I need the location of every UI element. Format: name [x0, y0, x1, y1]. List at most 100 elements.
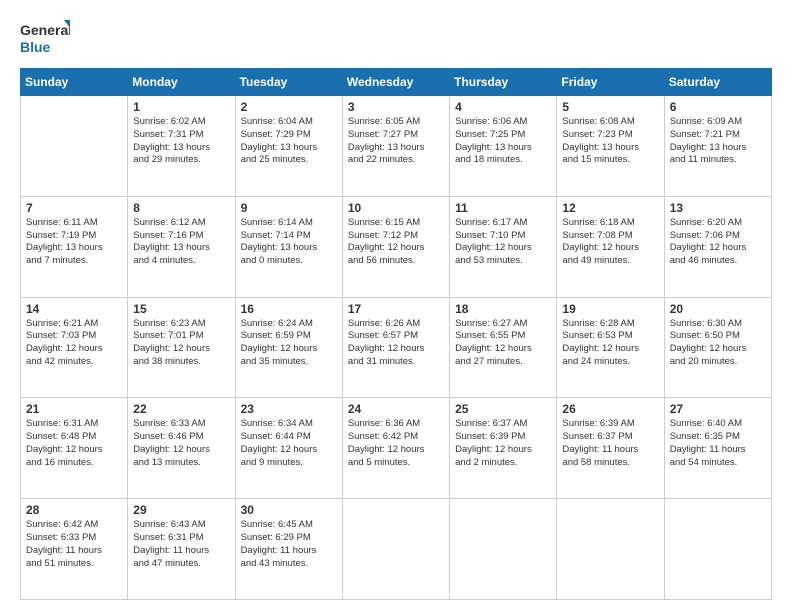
day-number: 19	[562, 302, 658, 316]
day-info: Sunrise: 6:42 AM Sunset: 6:33 PM Dayligh…	[26, 519, 122, 570]
day-number: 9	[241, 201, 337, 215]
calendar-cell	[557, 499, 664, 600]
calendar-cell: 19 Sunrise: 6:28 AM Sunset: 6:53 PM Dayli…	[557, 297, 664, 398]
calendar-cell: 11 Sunrise: 6:17 AM Sunset: 7:10 PM Dayli…	[450, 196, 557, 297]
day-number: 18	[455, 302, 551, 316]
day-info: Sunrise: 6:28 AM Sunset: 6:53 PM Dayligh…	[562, 318, 658, 369]
day-number: 6	[670, 100, 766, 114]
calendar-cell: 17 Sunrise: 6:26 AM Sunset: 6:57 PM Dayli…	[342, 297, 449, 398]
day-number: 23	[241, 402, 337, 416]
day-number: 14	[26, 302, 122, 316]
day-info: Sunrise: 6:30 AM Sunset: 6:50 PM Dayligh…	[670, 318, 766, 369]
calendar-cell: 25 Sunrise: 6:37 AM Sunset: 6:39 PM Dayli…	[450, 398, 557, 499]
day-header-thursday: Thursday	[450, 69, 557, 96]
day-number: 2	[241, 100, 337, 114]
day-header-wednesday: Wednesday	[342, 69, 449, 96]
day-number: 28	[26, 503, 122, 517]
day-info: Sunrise: 6:18 AM Sunset: 7:08 PM Dayligh…	[562, 217, 658, 268]
day-info: Sunrise: 6:04 AM Sunset: 7:29 PM Dayligh…	[241, 116, 337, 167]
calendar-cell	[21, 96, 128, 197]
day-info: Sunrise: 6:09 AM Sunset: 7:21 PM Dayligh…	[670, 116, 766, 167]
calendar-cell: 14 Sunrise: 6:21 AM Sunset: 7:03 PM Dayli…	[21, 297, 128, 398]
calendar-cell: 10 Sunrise: 6:15 AM Sunset: 7:12 PM Dayli…	[342, 196, 449, 297]
day-number: 1	[133, 100, 229, 114]
day-number: 13	[670, 201, 766, 215]
day-info: Sunrise: 6:40 AM Sunset: 6:35 PM Dayligh…	[670, 418, 766, 469]
day-info: Sunrise: 6:34 AM Sunset: 6:44 PM Dayligh…	[241, 418, 337, 469]
week-row-4: 21 Sunrise: 6:31 AM Sunset: 6:48 PM Dayli…	[21, 398, 772, 499]
day-header-friday: Friday	[557, 69, 664, 96]
calendar-cell: 20 Sunrise: 6:30 AM Sunset: 6:50 PM Dayli…	[664, 297, 771, 398]
day-number: 25	[455, 402, 551, 416]
svg-text:General: General	[20, 22, 70, 38]
calendar-cell: 23 Sunrise: 6:34 AM Sunset: 6:44 PM Dayli…	[235, 398, 342, 499]
calendar-cell: 1 Sunrise: 6:02 AM Sunset: 7:31 PM Daylig…	[128, 96, 235, 197]
day-number: 10	[348, 201, 444, 215]
calendar-cell: 2 Sunrise: 6:04 AM Sunset: 7:29 PM Daylig…	[235, 96, 342, 197]
page-header: General Blue	[20, 18, 772, 58]
day-number: 27	[670, 402, 766, 416]
day-number: 17	[348, 302, 444, 316]
day-info: Sunrise: 6:23 AM Sunset: 7:01 PM Dayligh…	[133, 318, 229, 369]
day-number: 30	[241, 503, 337, 517]
day-info: Sunrise: 6:39 AM Sunset: 6:37 PM Dayligh…	[562, 418, 658, 469]
logo: General Blue	[20, 18, 70, 58]
calendar-cell: 27 Sunrise: 6:40 AM Sunset: 6:35 PM Dayli…	[664, 398, 771, 499]
calendar-cell: 22 Sunrise: 6:33 AM Sunset: 6:46 PM Dayli…	[128, 398, 235, 499]
day-number: 20	[670, 302, 766, 316]
day-number: 7	[26, 201, 122, 215]
day-info: Sunrise: 6:21 AM Sunset: 7:03 PM Dayligh…	[26, 318, 122, 369]
day-info: Sunrise: 6:05 AM Sunset: 7:27 PM Dayligh…	[348, 116, 444, 167]
day-info: Sunrise: 6:06 AM Sunset: 7:25 PM Dayligh…	[455, 116, 551, 167]
day-number: 29	[133, 503, 229, 517]
day-info: Sunrise: 6:33 AM Sunset: 6:46 PM Dayligh…	[133, 418, 229, 469]
day-info: Sunrise: 6:12 AM Sunset: 7:16 PM Dayligh…	[133, 217, 229, 268]
day-header-sunday: Sunday	[21, 69, 128, 96]
calendar-cell: 7 Sunrise: 6:11 AM Sunset: 7:19 PM Daylig…	[21, 196, 128, 297]
calendar-cell: 18Sunrise: 6:27 AM Sunset: 6:55 PM Dayli…	[450, 297, 557, 398]
day-info: Sunrise: 6:11 AM Sunset: 7:19 PM Dayligh…	[26, 217, 122, 268]
day-info: Sunrise: 6:02 AM Sunset: 7:31 PM Dayligh…	[133, 116, 229, 167]
day-info: Sunrise: 6:24 AM Sunset: 6:59 PM Dayligh…	[241, 318, 337, 369]
calendar-cell: 29 Sunrise: 6:43 AM Sunset: 6:31 PM Dayli…	[128, 499, 235, 600]
day-header-saturday: Saturday	[664, 69, 771, 96]
logo-svg: General Blue	[20, 18, 70, 58]
day-number: 15	[133, 302, 229, 316]
day-info: Sunrise: 6:37 AM Sunset: 6:39 PM Dayligh…	[455, 418, 551, 469]
calendar-cell: 30Sunrise: 6:45 AM Sunset: 6:29 PM Dayli…	[235, 499, 342, 600]
day-info: Sunrise: 6:08 AM Sunset: 7:23 PM Dayligh…	[562, 116, 658, 167]
day-info: Sunrise: 6:31 AM Sunset: 6:48 PM Dayligh…	[26, 418, 122, 469]
day-info: Sunrise: 6:43 AM Sunset: 6:31 PM Dayligh…	[133, 519, 229, 570]
calendar-cell: 26Sunrise: 6:39 AM Sunset: 6:37 PM Dayli…	[557, 398, 664, 499]
day-number: 12	[562, 201, 658, 215]
week-row-3: 14 Sunrise: 6:21 AM Sunset: 7:03 PM Dayli…	[21, 297, 772, 398]
day-number: 21	[26, 402, 122, 416]
calendar-cell	[664, 499, 771, 600]
calendar-cell: 12 Sunrise: 6:18 AM Sunset: 7:08 PM Dayli…	[557, 196, 664, 297]
calendar-cell: 28 Sunrise: 6:42 AM Sunset: 6:33 PM Dayli…	[21, 499, 128, 600]
svg-text:Blue: Blue	[20, 39, 51, 55]
day-info: Sunrise: 6:26 AM Sunset: 6:57 PM Dayligh…	[348, 318, 444, 369]
week-row-5: 28 Sunrise: 6:42 AM Sunset: 6:33 PM Dayli…	[21, 499, 772, 600]
calendar-cell: 24Sunrise: 6:36 AM Sunset: 6:42 PM Dayli…	[342, 398, 449, 499]
calendar-cell: 16Sunrise: 6:24 AM Sunset: 6:59 PM Dayli…	[235, 297, 342, 398]
day-number: 22	[133, 402, 229, 416]
day-number: 8	[133, 201, 229, 215]
day-number: 3	[348, 100, 444, 114]
day-header-tuesday: Tuesday	[235, 69, 342, 96]
day-number: 4	[455, 100, 551, 114]
week-row-2: 7 Sunrise: 6:11 AM Sunset: 7:19 PM Daylig…	[21, 196, 772, 297]
day-info: Sunrise: 6:36 AM Sunset: 6:42 PM Dayligh…	[348, 418, 444, 469]
day-info: Sunrise: 6:14 AM Sunset: 7:14 PM Dayligh…	[241, 217, 337, 268]
calendar-cell	[342, 499, 449, 600]
week-row-1: 1 Sunrise: 6:02 AM Sunset: 7:31 PM Daylig…	[21, 96, 772, 197]
day-info: Sunrise: 6:17 AM Sunset: 7:10 PM Dayligh…	[455, 217, 551, 268]
calendar-table: SundayMondayTuesdayWednesdayThursdayFrid…	[20, 68, 772, 600]
calendar-cell: 3 Sunrise: 6:05 AM Sunset: 7:27 PM Daylig…	[342, 96, 449, 197]
calendar-cell: 21 Sunrise: 6:31 AM Sunset: 6:48 PM Dayli…	[21, 398, 128, 499]
calendar-cell: 6 Sunrise: 6:09 AM Sunset: 7:21 PM Daylig…	[664, 96, 771, 197]
day-info: Sunrise: 6:15 AM Sunset: 7:12 PM Dayligh…	[348, 217, 444, 268]
calendar-cell	[450, 499, 557, 600]
day-number: 11	[455, 201, 551, 215]
calendar-cell: 8 Sunrise: 6:12 AM Sunset: 7:16 PM Daylig…	[128, 196, 235, 297]
